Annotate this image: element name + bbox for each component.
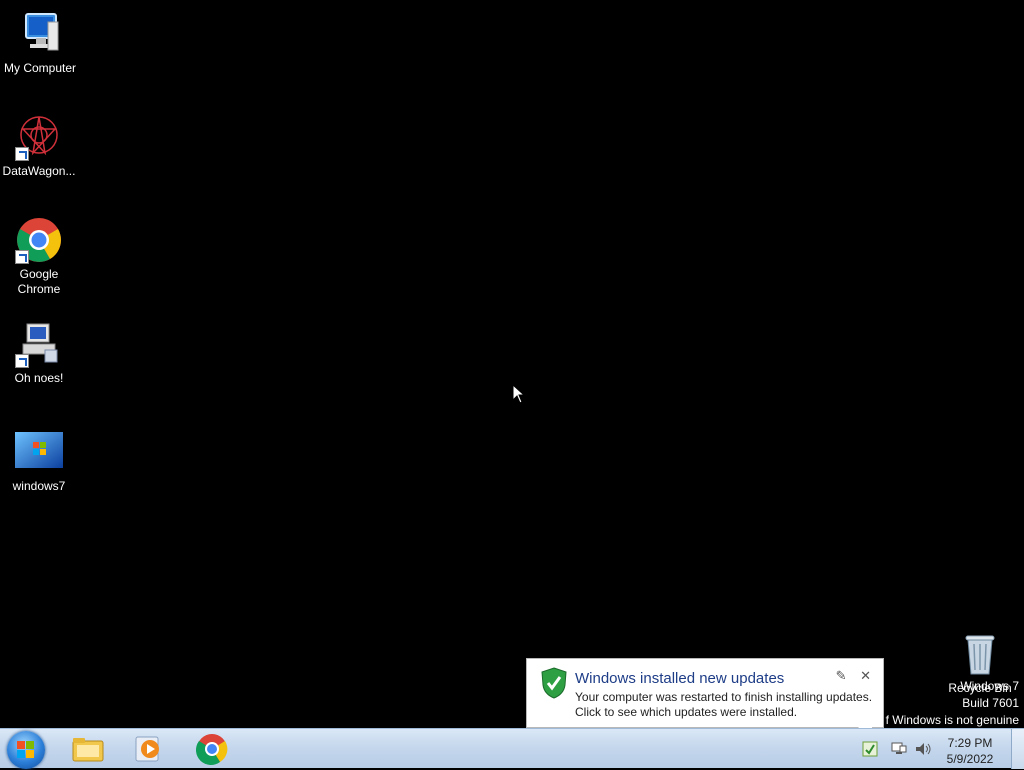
image-file-icon [15,432,63,468]
start-button[interactable] [7,731,45,769]
taskbar-media-player[interactable] [132,733,172,765]
balloon-title: Windows installed new updates [575,670,785,687]
watermark-line: f Windows is not genuine [885,713,1019,727]
network-icon[interactable] [890,741,908,757]
taskbar-google-chrome[interactable] [194,733,234,765]
chrome-icon [15,216,63,264]
update-notification-balloon[interactable]: Windows installed new updates Your compu… [526,658,884,728]
shield-check-icon [540,667,568,699]
mouse-cursor-icon [512,384,526,404]
desktop-icon-label: DataWagon... [2,164,76,178]
balloon-message-line: Your computer was restarted to finish in… [575,690,873,704]
balloon-message-line: Click to see which updates were installe… [575,705,798,719]
explorer-icon [72,738,104,762]
datawagon-icon [15,113,63,161]
windows-update-tray-icon[interactable] [862,741,878,757]
clock-time: 7:29 PM [947,736,993,750]
options-icon[interactable]: ✎ [836,668,847,683]
windows-flag-icon [17,741,34,758]
desktop-icon-windows7[interactable]: windows7 [0,432,79,494]
desktop-icon-my-computer[interactable]: My Computer [0,10,80,76]
balloon-controls: ✎ ✕ [826,668,871,684]
shortcut-arrow-icon [15,354,29,368]
desktop-icon-label: Oh noes! [14,371,64,385]
show-desktop-button[interactable] [1011,729,1024,769]
watermark-line: Build 7601 [962,696,1019,710]
chrome-icon [196,734,228,765]
taskbar: 7:29 PM 5/9/2022 [0,728,1024,769]
watermark-line: Windows 7 [960,679,1019,693]
desktop-icon-label: My Computer [3,61,77,75]
close-icon[interactable]: ✕ [860,668,871,683]
shortcut-arrow-icon [15,147,29,161]
network-computer-icon [15,320,63,368]
computer-icon [16,10,64,58]
desktop-icon-datawagon[interactable]: DataWagon... [0,113,79,179]
media-player-icon [135,736,159,762]
desktop-icon-google-chrome[interactable]: Google Chrome [0,216,79,297]
clock-date: 5/9/2022 [946,752,994,766]
desktop: My Computer DataWagon... Google Chrome O… [0,0,1024,728]
recycle-bin-icon [960,630,1000,678]
windows-genuine-watermark: Windows 7 Build 7601 f Windows is not ge… [886,678,1019,729]
desktop-icon-oh-noes[interactable]: Oh noes! [0,320,79,386]
desktop-icon-label: windows7 [12,479,66,493]
shortcut-arrow-icon [15,250,29,264]
balloon-message: Your computer was restarted to finish in… [575,690,872,720]
system-clock[interactable]: 7:29 PM 5/9/2022 [930,735,1010,767]
taskbar-windows-explorer[interactable] [70,733,110,765]
desktop-icon-label: Google Chrome [17,267,61,296]
